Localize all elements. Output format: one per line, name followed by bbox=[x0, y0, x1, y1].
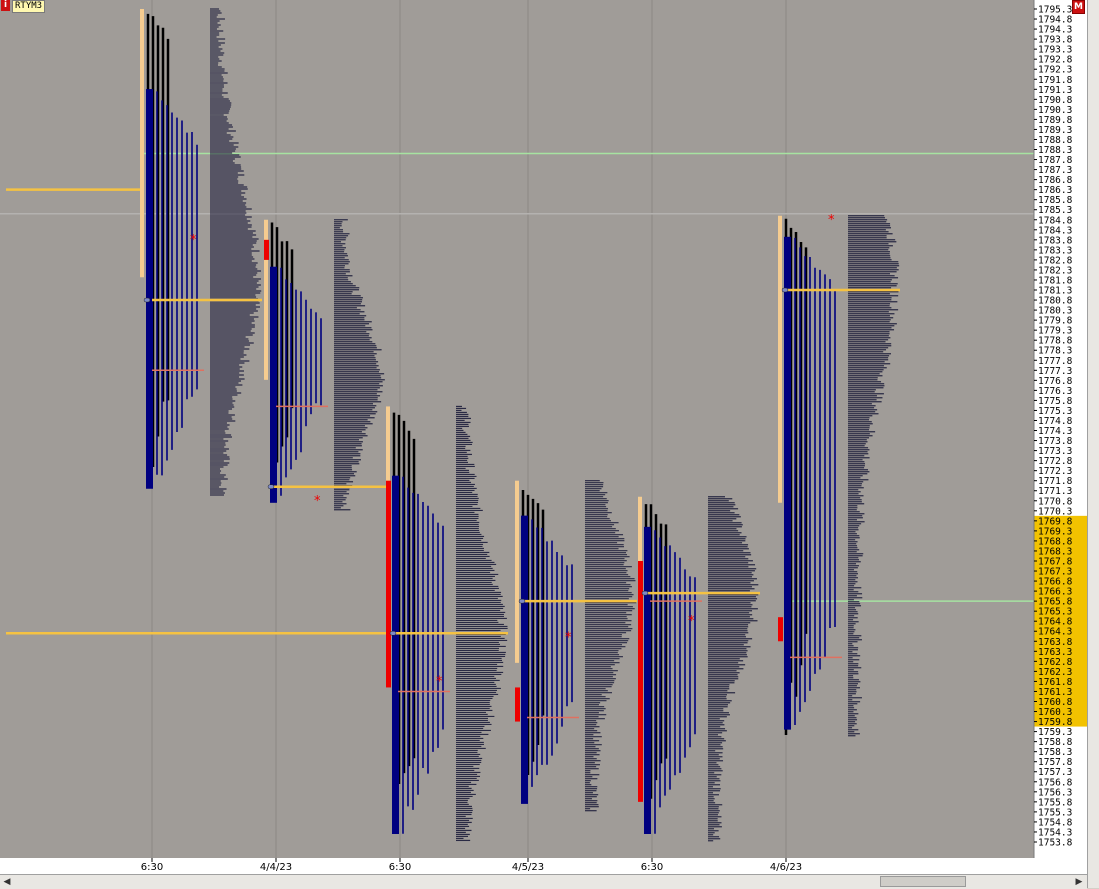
initial-balance-block bbox=[386, 480, 391, 688]
value-area-bar bbox=[778, 215, 782, 503]
time-tick-label: 4/4/23 bbox=[260, 862, 292, 873]
vertical-scrollbar[interactable] bbox=[1087, 0, 1099, 888]
open-marker bbox=[518, 598, 526, 604]
scroll-left-arrow-icon[interactable]: ◀ bbox=[2, 877, 12, 887]
initial-balance-block bbox=[638, 560, 643, 802]
single-print-marker: * bbox=[688, 614, 695, 629]
initial-balance-block bbox=[515, 687, 520, 722]
single-print-marker: * bbox=[436, 674, 443, 689]
single-print-marker: * bbox=[828, 213, 835, 228]
open-marker bbox=[267, 484, 275, 489]
tpo-main-column bbox=[270, 266, 277, 503]
tpo-main-column bbox=[392, 475, 399, 834]
single-print-marker: * bbox=[190, 233, 197, 248]
value-area-bar bbox=[140, 9, 144, 278]
tpo-main-column bbox=[784, 236, 791, 730]
open-marker bbox=[781, 287, 789, 293]
symbol-label: RTYM3 bbox=[12, 0, 46, 13]
single-print-marker: * bbox=[314, 494, 321, 509]
open-marker bbox=[641, 590, 649, 596]
value-area-bar bbox=[515, 480, 519, 663]
time-tick-label: 6:30 bbox=[641, 862, 663, 873]
time-tick-label: 6:30 bbox=[141, 862, 163, 873]
initial-balance-block bbox=[778, 617, 783, 642]
scroll-right-arrow-icon[interactable]: ▶ bbox=[1074, 877, 1084, 887]
market-profile-chart: ****** 1795.31794.81794.31793.81793.3179… bbox=[0, 0, 1087, 874]
open-marker bbox=[143, 297, 151, 303]
scroll-thumb[interactable] bbox=[880, 876, 966, 887]
tpo-main-column bbox=[644, 526, 651, 834]
horizontal-scrollbar[interactable]: ◀ ▶ bbox=[0, 874, 1087, 889]
price-tick-label: 1753.8 bbox=[1038, 838, 1073, 849]
mode-button[interactable]: M bbox=[1072, 0, 1085, 14]
plot-background bbox=[0, 0, 1034, 858]
time-tick-label: 4/6/23 bbox=[770, 862, 802, 873]
single-print-marker: * bbox=[565, 630, 572, 645]
time-tick-label: 6:30 bbox=[389, 862, 411, 873]
time-tick-label: 4/5/23 bbox=[512, 862, 544, 873]
initial-balance-block bbox=[264, 239, 269, 260]
open-marker bbox=[389, 630, 397, 636]
tpo-main-column bbox=[521, 515, 528, 804]
tpo-main-column bbox=[146, 89, 153, 489]
info-icon[interactable]: i bbox=[1, 0, 10, 11]
